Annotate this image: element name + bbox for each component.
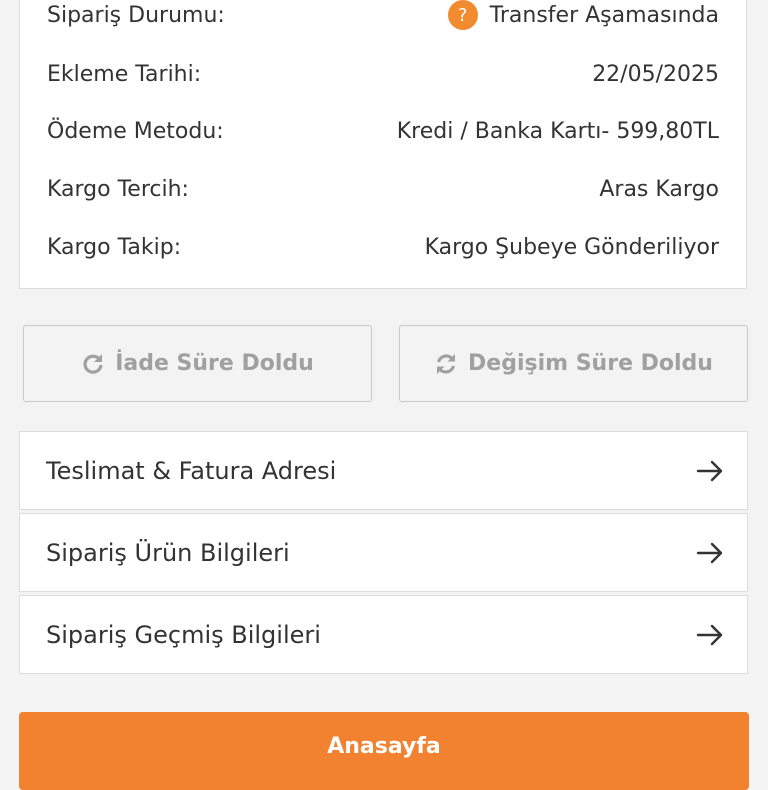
arrow-right-icon bbox=[696, 460, 723, 481]
cargo-preference-row: Kargo Tercih: Aras Kargo bbox=[47, 169, 719, 209]
added-date-row: Ekleme Tarihi: 22/05/2025 bbox=[47, 54, 719, 94]
delivery-billing-address-label: Teslimat & Fatura Adresi bbox=[46, 456, 337, 485]
cargo-tracking-row: Kargo Takip: Kargo Şubeye Gönderiliyor bbox=[47, 227, 719, 267]
added-date-value: 22/05/2025 bbox=[592, 61, 719, 87]
refresh-icon bbox=[434, 352, 458, 376]
order-status-label: Sipariş Durumu: bbox=[47, 2, 225, 28]
payment-method-label: Ödeme Metodu: bbox=[47, 118, 224, 144]
return-expired-button[interactable]: İade Süre Doldu bbox=[23, 325, 372, 402]
order-status-text: Transfer Aşamasında bbox=[489, 2, 719, 28]
return-expired-label: İade Süre Doldu bbox=[115, 351, 314, 376]
delivery-billing-address-link[interactable]: Teslimat & Fatura Adresi bbox=[19, 431, 748, 510]
cargo-preference-label: Kargo Tercih: bbox=[47, 176, 189, 202]
order-product-info-label: Sipariş Ürün Bilgileri bbox=[46, 538, 290, 567]
added-date-label: Ekleme Tarihi: bbox=[47, 61, 202, 87]
home-button-label: Anasayfa bbox=[327, 734, 441, 759]
arrow-right-icon bbox=[696, 542, 723, 563]
cargo-tracking-label: Kargo Takip: bbox=[47, 234, 182, 260]
arrow-right-icon bbox=[696, 624, 723, 645]
redo-icon bbox=[81, 352, 105, 376]
home-button[interactable]: Anasayfa bbox=[19, 712, 749, 790]
payment-method-row: Ödeme Metodu: Kredi / Banka Kartı- 599,8… bbox=[47, 111, 719, 151]
cargo-tracking-value: Kargo Şubeye Gönderiliyor bbox=[424, 234, 719, 260]
exchange-expired-label: Değişim Süre Doldu bbox=[468, 351, 713, 376]
order-product-info-link[interactable]: Sipariş Ürün Bilgileri bbox=[19, 513, 748, 592]
order-status-value: ? Transfer Aşamasında bbox=[447, 0, 719, 30]
order-history-info-label: Sipariş Geçmiş Bilgileri bbox=[46, 620, 321, 649]
order-status-row: Sipariş Durumu: ? Transfer Aşamasında bbox=[47, 0, 719, 35]
exchange-expired-button[interactable]: Değişim Süre Doldu bbox=[399, 325, 748, 402]
order-history-info-link[interactable]: Sipariş Geçmiş Bilgileri bbox=[19, 595, 748, 674]
order-info-card: Sipariş Durumu: ? Transfer Aşamasında Ek… bbox=[19, 0, 747, 289]
payment-method-value: Kredi / Banka Kartı- 599,80TL bbox=[396, 118, 719, 144]
cargo-preference-value: Aras Kargo bbox=[599, 176, 719, 202]
question-icon: ? bbox=[447, 0, 478, 30]
